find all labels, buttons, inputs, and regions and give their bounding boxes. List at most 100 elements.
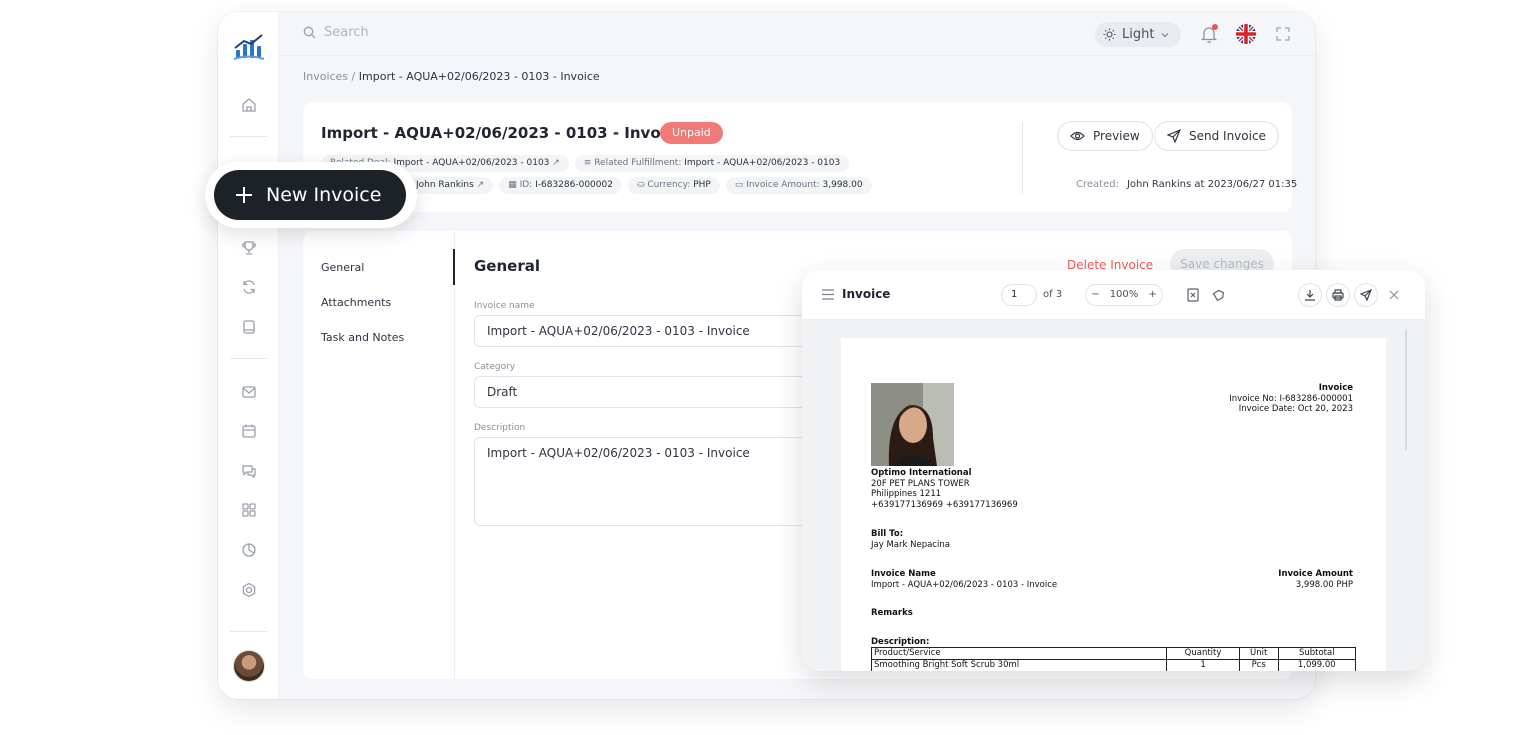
- sync-icon[interactable]: [240, 278, 258, 296]
- send-icon: [1360, 289, 1372, 301]
- viewer-toolbar: Invoice 1 of 3 − 100% +: [802, 270, 1425, 320]
- rail-divider: [230, 136, 267, 137]
- mail-icon[interactable]: [240, 383, 258, 401]
- book-icon[interactable]: [240, 318, 258, 336]
- description-label: Description: [474, 423, 526, 433]
- home-icon[interactable]: [240, 96, 258, 114]
- currency-chip: ⛀ Currency: PHP: [627, 177, 720, 194]
- amount-chip: ▭ Invoice Amount: 3,998.00: [725, 177, 872, 194]
- search-placeholder: Search: [324, 25, 369, 40]
- send-button[interactable]: [1354, 283, 1378, 307]
- line-items-table: Product/Service Quantity Unit Subtotal S…: [870, 647, 1357, 671]
- print-icon: [1332, 289, 1344, 301]
- new-invoice-callout: New Invoice: [205, 162, 417, 228]
- send-invoice-button[interactable]: Send Invoice: [1154, 121, 1279, 151]
- breadcrumb-current: Import - AQUA+02/06/2023 - 0103 - Invoic…: [358, 70, 600, 83]
- table-cell: 1: [1166, 659, 1240, 671]
- table-row: Smoothing Bright Soft Scrub 30ml 1 Pcs 1…: [870, 659, 1357, 671]
- search-box[interactable]: Search: [303, 25, 369, 40]
- zoom-level: 100%: [1109, 289, 1139, 300]
- page-number-input[interactable]: 1: [1001, 284, 1037, 306]
- invoice-pdf-viewer: Invoice 1 of 3 − 100% + Invoice Invoice …: [802, 270, 1425, 671]
- theme-label: Light: [1122, 27, 1155, 42]
- table-header: Quantity: [1166, 647, 1240, 660]
- header-divider: [1022, 122, 1023, 194]
- zoom-in-button[interactable]: +: [1148, 285, 1156, 305]
- search-icon: [303, 26, 316, 39]
- remarks-label: Remarks: [871, 608, 913, 618]
- created-label: Created:: [1076, 179, 1119, 190]
- close-icon[interactable]: [1389, 290, 1399, 300]
- tab-attachments[interactable]: Attachments: [321, 296, 391, 309]
- status-badge: Unpaid: [660, 122, 723, 144]
- company-address-block: Optimo International 20F PET PLANS TOWER…: [871, 468, 1018, 510]
- invoice-title: Import - AQUA+02/06/2023 - 0103 - Invoic…: [321, 124, 685, 142]
- tab-general[interactable]: General: [321, 261, 364, 274]
- user-avatar[interactable]: [233, 650, 265, 682]
- settings-icon[interactable]: [240, 581, 258, 599]
- notifications-button[interactable]: [1200, 24, 1218, 44]
- invoice-name-label: Invoice name: [474, 301, 535, 311]
- brand-logo-icon[interactable]: [232, 32, 266, 62]
- chat-icon[interactable]: [240, 462, 258, 480]
- zoom-control: − 100% +: [1085, 284, 1163, 306]
- plus-icon: [236, 187, 252, 203]
- created-value: John Rankins at 2023/06/27 01:35: [1126, 179, 1298, 190]
- top-bar: Search Light: [279, 12, 1315, 56]
- rotate-icon[interactable]: [1210, 286, 1228, 304]
- invoice-meta-block: Invoice Invoice No: I-683286-000001 Invo…: [1229, 383, 1353, 415]
- amount-value: 3,998.00: [822, 180, 863, 190]
- preview-button[interactable]: Preview: [1057, 121, 1153, 151]
- related-deal-value: Import - AQUA+02/06/2023 - 0103: [393, 158, 550, 168]
- new-invoice-button[interactable]: New Invoice: [214, 170, 406, 220]
- related-fulfillment-label: Related Fulfillment:: [594, 158, 682, 168]
- bill-to-block: Bill To: Jay Mark Nepacina: [871, 529, 950, 550]
- document-invoice-amount-label: Invoice Amount: [1278, 569, 1353, 579]
- rail-divider: [230, 358, 267, 359]
- menu-icon[interactable]: [822, 289, 834, 300]
- table-cell: Smoothing Bright Soft Scrub 30ml: [870, 659, 1168, 671]
- document-invoice-name-label: Invoice Name: [871, 569, 936, 579]
- breadcrumb-root[interactable]: Invoices: [303, 70, 348, 83]
- apps-grid-icon[interactable]: [240, 501, 258, 519]
- print-button[interactable]: [1326, 283, 1350, 307]
- trophy-icon[interactable]: [240, 239, 258, 257]
- fit-page-icon[interactable]: [1184, 286, 1202, 304]
- related-fulfillment-chip[interactable]: ≡ Related Fulfillment: Import - AQUA+02/…: [574, 155, 850, 172]
- send-icon: [1167, 129, 1181, 143]
- document-heading: Invoice: [1318, 383, 1353, 393]
- page-count: of 3: [1043, 289, 1063, 300]
- id-value: I-683286-000002: [535, 180, 613, 190]
- send-invoice-label: Send Invoice: [1189, 129, 1266, 143]
- viewer-scrollbar[interactable]: [1405, 330, 1407, 450]
- rail-divider: [230, 631, 267, 632]
- breadcrumb-separator: /: [348, 70, 359, 83]
- company-address-line: Philippines 1211: [871, 489, 942, 499]
- fullscreen-icon[interactable]: [1275, 26, 1291, 42]
- theme-toggle[interactable]: Light: [1095, 22, 1181, 47]
- active-tab-indicator: [453, 249, 455, 285]
- table-cell: 1,099.00: [1277, 659, 1357, 671]
- detail-tabs: General Attachments Task and Notes: [303, 231, 455, 679]
- invoice-header-card: Import - AQUA+02/06/2023 - 0103 - Invoic…: [303, 102, 1297, 212]
- document-invoice-amount: 3,998.00 PHP: [1295, 579, 1353, 590]
- pie-chart-icon[interactable]: [240, 541, 258, 559]
- company-address-line: 20F PET PLANS TOWER: [871, 478, 970, 489]
- download-button[interactable]: [1298, 283, 1322, 307]
- section-title: General: [474, 257, 540, 275]
- uk-flag-icon[interactable]: [1236, 24, 1256, 44]
- id-label: ID:: [519, 180, 533, 190]
- invoice-amount-block: Invoice Amount 3,998.00 PHP: [1278, 569, 1353, 590]
- document-invoice-number: Invoice No: I-683286-000001: [1229, 393, 1353, 404]
- table-header-row: Product/Service Quantity Unit Subtotal: [870, 647, 1357, 660]
- tab-task-and-notes[interactable]: Task and Notes: [321, 331, 404, 344]
- document-invoice-date: Invoice Date: Oct 20, 2023: [1238, 404, 1353, 414]
- bill-to-name: Jay Mark Nepacina: [871, 539, 950, 550]
- related-fulfillment-value: Import - AQUA+02/06/2023 - 0103: [684, 158, 841, 168]
- sun-icon: [1103, 28, 1116, 41]
- table-cell: Pcs: [1238, 659, 1279, 671]
- calendar-icon[interactable]: [240, 422, 258, 440]
- zoom-out-button[interactable]: −: [1091, 285, 1099, 305]
- viewer-title: Invoice: [842, 287, 891, 301]
- company-name: Optimo International: [871, 468, 972, 478]
